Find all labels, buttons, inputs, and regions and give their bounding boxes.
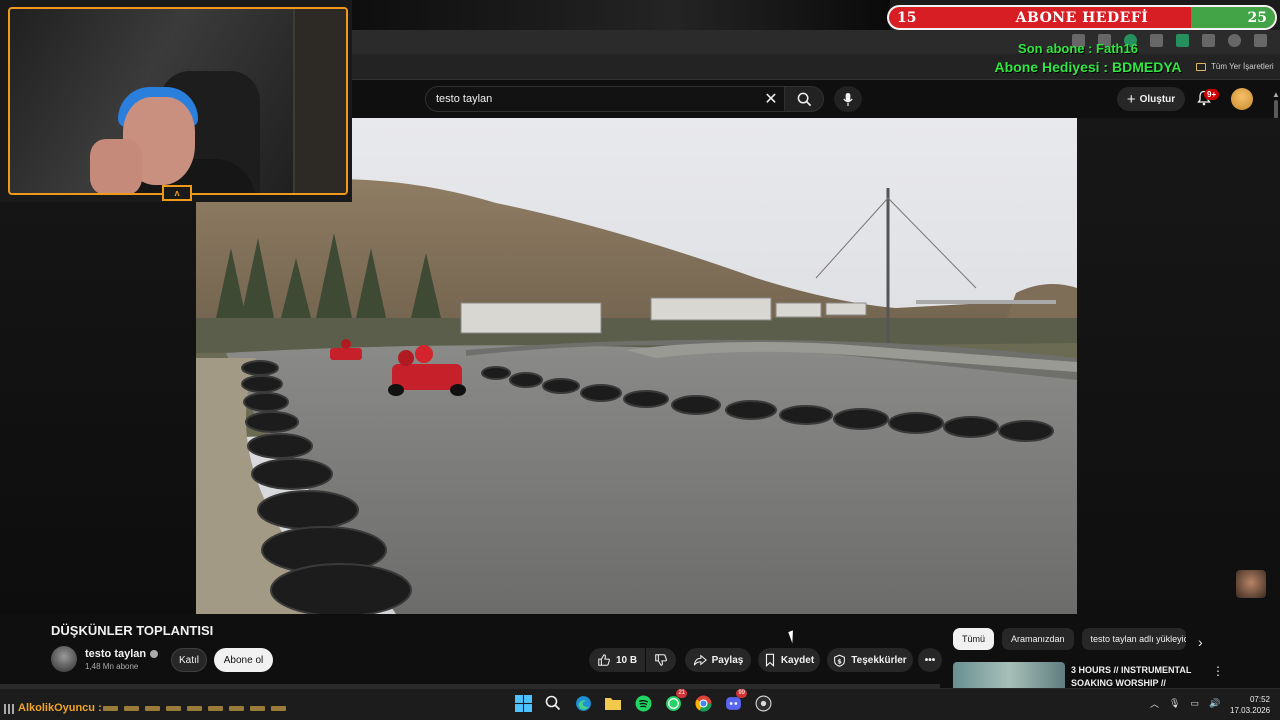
subscribe-button[interactable]: Abone ol	[214, 648, 273, 672]
related-filter-chips: Tümü Aramanızdan testo taylan adlı yükle…	[953, 628, 1186, 650]
save-button[interactable]: Kaydet	[758, 648, 820, 672]
chrome-icon[interactable]	[693, 693, 713, 713]
vertical-dots-icon[interactable]: ⋮	[1212, 664, 1224, 678]
profile-icon[interactable]	[1228, 34, 1241, 47]
chevron-right-icon[interactable]: ›	[1198, 634, 1203, 650]
clear-search-icon[interactable]: ✕	[760, 89, 782, 109]
like-count: 10 B	[615, 654, 638, 666]
chip-from-uploader[interactable]: testo taylan adlı yükleyici	[1081, 628, 1186, 650]
whatsapp-badge: 21	[676, 689, 687, 698]
search-button[interactable]	[784, 86, 824, 112]
search-input[interactable]: testo taylan	[425, 86, 787, 112]
thumbs-up-icon	[598, 654, 610, 666]
edge-icon[interactable]	[573, 693, 593, 713]
channel-avatar[interactable]	[51, 646, 77, 672]
dislike-button[interactable]	[646, 648, 676, 672]
channel-name[interactable]: testo taylan	[85, 648, 159, 660]
file-explorer-icon[interactable]	[603, 693, 623, 713]
create-label: Oluştur	[1139, 93, 1176, 105]
webcam-overlay: ʌ	[0, 0, 352, 202]
system-tray: ︿ 🎙 ▭ 🔊	[1150, 697, 1220, 710]
taskbar-apps: 21 99	[513, 689, 773, 713]
stream-logo-icon: ʌ	[162, 185, 192, 201]
chip-from-search[interactable]: Aramanızdan	[1002, 628, 1074, 650]
chip-all[interactable]: Tümü	[953, 628, 995, 650]
ticker-icon	[4, 704, 14, 714]
mouse-cursor-icon	[788, 628, 802, 644]
volume-icon[interactable]: 🔊	[1209, 698, 1220, 709]
save-label: Kaydet	[780, 654, 815, 666]
more-dots-icon: •••	[924, 654, 936, 666]
search-icon	[797, 92, 811, 106]
bookmark-icon	[765, 653, 774, 667]
goal-end-value: 25	[1247, 10, 1267, 26]
super-thanks-icon: $	[834, 654, 846, 667]
all-bookmarks[interactable]: Tüm Yer İşaretleri	[1196, 62, 1274, 71]
scroll-up-arrow-icon[interactable]: ▲	[1272, 90, 1280, 99]
miniplayer-avatar[interactable]	[1236, 570, 1266, 598]
channel-name-text: testo taylan	[85, 648, 147, 660]
clock-date: 17.03.2026	[1230, 706, 1271, 715]
create-button[interactable]: + Oluştur	[1117, 87, 1185, 111]
share-label: Paylaş	[711, 654, 744, 666]
goal-start-value: 15	[897, 10, 917, 26]
thanks-label: Teşekkürler	[851, 654, 907, 666]
microphone-icon	[843, 92, 853, 106]
notification-badge: 9+	[1204, 89, 1220, 100]
voice-search-button[interactable]	[834, 86, 862, 112]
left-dark-panel	[0, 202, 196, 614]
like-button[interactable]: 10 B	[589, 648, 645, 672]
screen: { "overlay": { "goal_title": "ABONE HEDE…	[0, 0, 1280, 720]
discord-badge: 99	[736, 689, 747, 698]
chevron-up-icon[interactable]: ︿	[1150, 697, 1159, 710]
thanks-button[interactable]: $ Teşekkürler	[827, 648, 913, 672]
menu-icon[interactable]	[1254, 34, 1267, 47]
windows-start-icon[interactable]	[513, 693, 533, 713]
more-actions-button[interactable]: •••	[918, 648, 942, 672]
goal-title: ABONE HEDEFİ	[1015, 9, 1149, 26]
bookmarks-label: Tüm Yer İşaretleri	[1211, 62, 1274, 71]
recommended-thumbnail[interactable]	[953, 662, 1065, 688]
video-title: DÜŞKÜNLER TOPLANTISI	[51, 623, 214, 638]
gift-subscriber-text: Abone Hediyesi : BDMEDYA	[994, 59, 1182, 75]
spotify-icon[interactable]	[633, 693, 653, 713]
microphone-tray-icon[interactable]: 🎙	[1169, 698, 1180, 709]
whatsapp-icon[interactable]: 21	[663, 689, 687, 713]
ticker-emotes	[103, 706, 286, 711]
obs-icon[interactable]	[753, 693, 773, 713]
browser-tab-strip[interactable]	[350, 0, 890, 30]
discord-icon[interactable]: 99	[723, 689, 747, 713]
right-dark-panel	[1077, 118, 1280, 614]
plus-icon: +	[1126, 90, 1136, 108]
folder-icon	[1196, 62, 1206, 71]
share-icon	[693, 654, 707, 666]
join-button[interactable]: Katıl	[171, 648, 207, 672]
last-subscriber-text: Son abone : Fath16	[1018, 41, 1138, 56]
svg-text:$: $	[838, 657, 843, 665]
thumbs-down-icon	[655, 654, 667, 666]
subscriber-goal-banner: 15 ABONE HEDEFİ 25	[887, 5, 1277, 30]
network-icon[interactable]: ▭	[1190, 698, 1199, 709]
account-avatar[interactable]	[1231, 88, 1253, 110]
ticker-username: AlkolikOyuncu :	[18, 702, 102, 714]
clock-time: 07:52	[1249, 695, 1270, 704]
share-button[interactable]: Paylaş	[685, 648, 751, 672]
verified-icon	[150, 650, 159, 658]
reading-list-icon[interactable]	[1202, 34, 1215, 47]
subscriber-count: 1,48 Mn abone	[85, 662, 139, 671]
taskbar-search-icon[interactable]	[543, 693, 563, 713]
webcam-frame	[8, 7, 348, 195]
taskbar-clock[interactable]: 07:52 17.03.2026	[1230, 694, 1270, 716]
